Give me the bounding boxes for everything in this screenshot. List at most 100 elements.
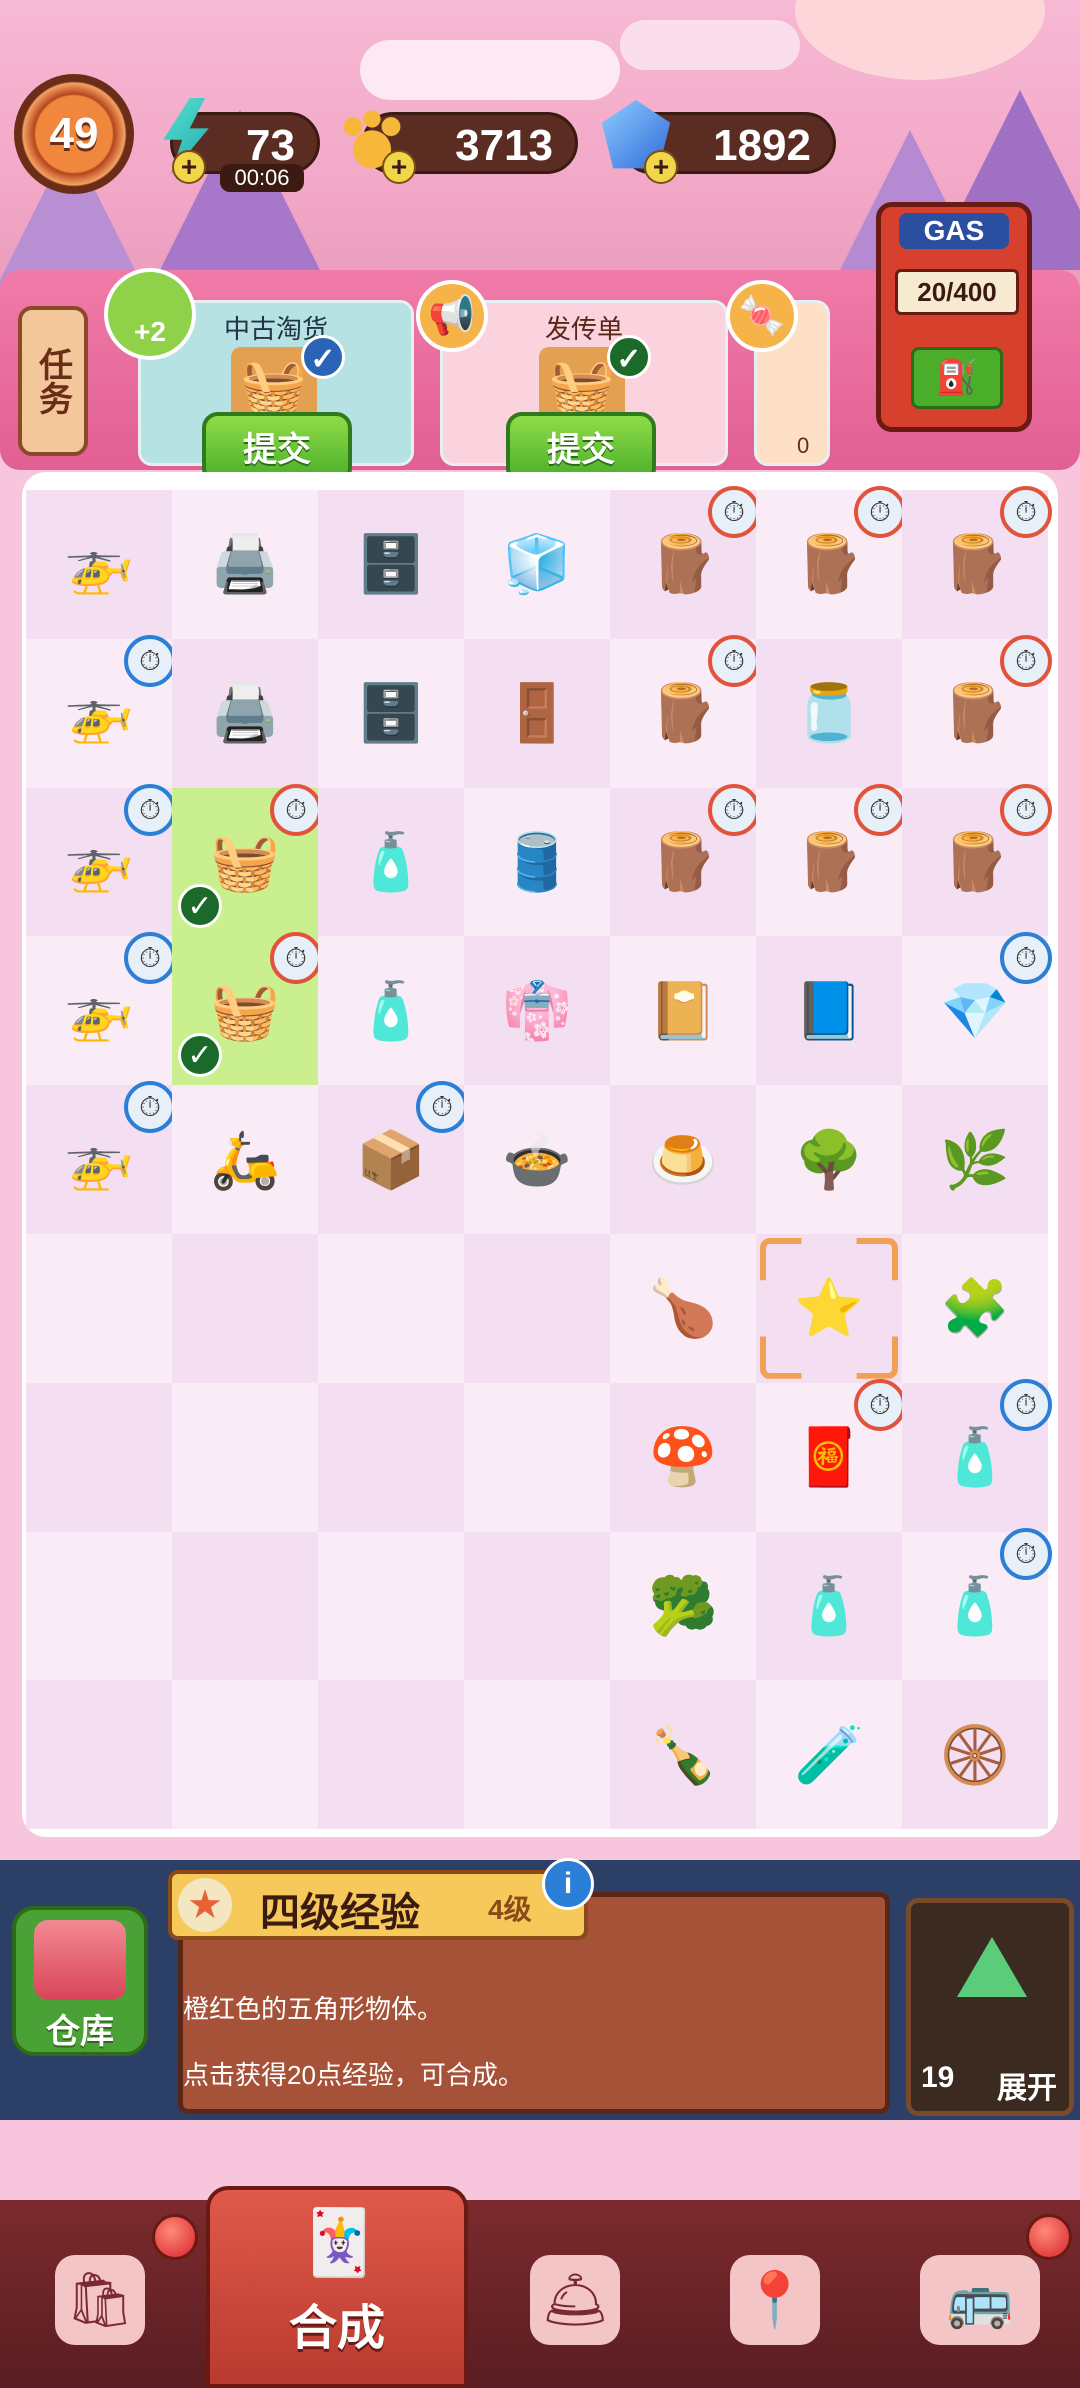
board-cell-empty[interactable] [318,1382,464,1532]
board-cell-item[interactable]: 🪵 ⏱ [610,634,760,788]
board-cell-empty[interactable] [318,1233,464,1383]
board-cell-item[interactable]: 📔 [610,936,756,1086]
merge-item-icon[interactable]: 🍄 [627,1401,739,1513]
board-cell-item[interactable]: 👘 [464,936,610,1086]
merge-item-icon[interactable]: 🗄️ [335,657,447,769]
info-icon[interactable]: i [542,1858,594,1910]
board-cell-item[interactable]: 🪵 ⏱ [902,486,1052,639]
board-cell-item[interactable]: 🚁 ⏱ [26,634,176,788]
board-cell-item[interactable]: 🪵 ⏱ [902,634,1052,788]
board-cell-item[interactable]: 🧴 [318,787,464,937]
board-cell-item[interactable]: 🧺 ⏱ ✓ [172,932,322,1086]
merge-item-icon[interactable]: 🥦 [627,1550,739,1662]
board-cell-item[interactable]: 🚁 ⏱ [26,1081,176,1234]
board-cell-empty[interactable] [318,1680,464,1830]
board-cell-item[interactable]: 🚁 ⏱ [26,932,176,1086]
board-cell-item[interactable]: 🪵 ⏱ [902,783,1052,937]
board-cell-item[interactable]: 🧴 [318,936,464,1086]
merge-item-icon[interactable]: 🍾 [627,1699,739,1811]
gems-plus-icon[interactable]: + [644,150,678,184]
merge-item-icon[interactable]: 🧩 [919,1252,1031,1364]
board-cell-empty[interactable] [172,1382,318,1532]
board-cell-empty[interactable] [26,1531,172,1681]
energy-plus-icon[interactable]: + [172,150,206,184]
paw-plus-icon[interactable]: + [382,150,416,184]
board-cell-item[interactable]: 🥦 [610,1531,756,1681]
board-cell-item[interactable]: 🛢️ [464,787,610,937]
board-cell-empty[interactable] [26,1680,172,1830]
merge-item-icon[interactable]: 🖨️ [189,657,301,769]
board-cell-empty[interactable] [464,1680,610,1830]
level-badge[interactable]: 49 [14,74,134,194]
board-cell-item[interactable]: 🪵 ⏱ [610,486,760,639]
board-cell-item[interactable]: 🧩 [902,1233,1048,1383]
storage-button[interactable]: 仓库 [12,1906,148,2056]
board-cell-empty[interactable] [26,1233,172,1383]
board-cell-empty[interactable] [318,1531,464,1681]
board-cell-item[interactable]: 📦 ⏱ [318,1081,468,1234]
board-cell-item[interactable]: 🪵 ⏱ [756,783,906,937]
task-tab[interactable]: 任务 [18,306,88,456]
merge-item-icon[interactable]: 🛵 [189,1104,301,1216]
board-cell-item[interactable]: ⭐ [756,1233,902,1383]
board-cell-item[interactable]: 🧪 [756,1680,902,1830]
board-cell-item[interactable]: 🗄️ [318,638,464,788]
board-cell-item[interactable]: 💎 ⏱ [902,932,1052,1086]
merge-item-icon[interactable]: 🧴 [335,806,447,918]
nav-restaurant[interactable]: 🛎 [480,2212,670,2388]
board-cell-item[interactable]: 🧴 ⏱ [902,1527,1052,1681]
merge-item-icon[interactable]: 🫙 [773,657,885,769]
gas-pump[interactable]: GAS 20/400 ⛽ [876,202,1032,432]
merge-item-icon[interactable]: 📔 [627,955,739,1067]
board-cell-item[interactable]: 🌳 [756,1085,902,1234]
board-cell-item[interactable]: 🍗 [610,1233,756,1383]
merge-item-icon[interactable]: 🍗 [627,1252,739,1364]
board-cell-item[interactable]: 🛵 [172,1085,318,1234]
board-cell-item[interactable]: 🛞 [902,1680,1048,1830]
merge-item-icon[interactable]: 🌿 [919,1104,1031,1216]
board-cell-empty[interactable] [172,1680,318,1830]
board-cell-empty[interactable] [172,1531,318,1681]
expand-button[interactable]: 19 展开 [906,1898,1074,2116]
board-cell-item[interactable]: 🧊 [464,490,610,639]
board-cell-empty[interactable] [464,1531,610,1681]
board-cell-item[interactable]: 🚁 ⏱ [26,783,176,937]
board-cell-item[interactable]: 🚪 [464,638,610,788]
board-cell-item[interactable]: 🪵 ⏱ [610,783,760,937]
merge-item-icon[interactable]: 🛢️ [481,806,593,918]
merge-item-icon[interactable]: 🍮 [627,1104,739,1216]
board-cell-item[interactable]: 🍮 [610,1085,756,1234]
board-cell-empty[interactable] [172,1233,318,1383]
board-cell-item[interactable]: 🧴 [756,1531,902,1681]
merge-item-icon[interactable]: 🍲 [481,1104,593,1216]
merge-item-icon[interactable]: 👘 [481,955,593,1067]
merge-item-icon[interactable]: 📘 [773,955,885,1067]
board-cell-item[interactable]: 🍾 [610,1680,756,1830]
board-cell-item[interactable]: 🗄️ [318,490,464,639]
board-cell-item[interactable]: 🚁 [26,490,172,639]
board-cell-item[interactable]: 📘 [756,936,902,1086]
merge-item-icon[interactable]: 🚪 [481,657,593,769]
board-cell-item[interactable]: 🧧 ⏱ [756,1378,906,1532]
board-cell-item[interactable]: 🍲 [464,1085,610,1234]
board-cell-empty[interactable] [464,1382,610,1532]
board-cell-empty[interactable] [464,1233,610,1383]
board-cell-empty[interactable] [26,1382,172,1532]
merge-item-icon[interactable]: 🖨️ [189,508,301,620]
nav-merge-tab[interactable]: 🃏 合成 [206,2186,468,2388]
merge-item-icon[interactable]: 🧊 [481,508,593,620]
nav-map[interactable]: 📍 [680,2212,870,2388]
board-cell-item[interactable]: 🍄 [610,1382,756,1532]
merge-item-icon[interactable]: 🧴 [335,955,447,1067]
board-cell-item[interactable]: 🫙 [756,638,902,788]
board-cell-item[interactable]: 🖨️ [172,638,318,788]
board-cell-item[interactable]: 🧴 ⏱ [902,1378,1052,1532]
board-cell-item[interactable]: 🌿 [902,1085,1048,1234]
merge-item-icon[interactable]: 🗄️ [335,508,447,620]
merge-item-icon[interactable]: 🧪 [773,1699,885,1811]
merge-item-icon[interactable]: 🧴 [773,1550,885,1662]
merge-item-icon[interactable]: 🛞 [919,1699,1031,1811]
board-cell-item[interactable]: 🧺 ⏱ ✓ [172,783,322,937]
board-cell-item[interactable]: 🖨️ [172,490,318,639]
merge-item-icon[interactable]: 🚁 [43,508,155,620]
